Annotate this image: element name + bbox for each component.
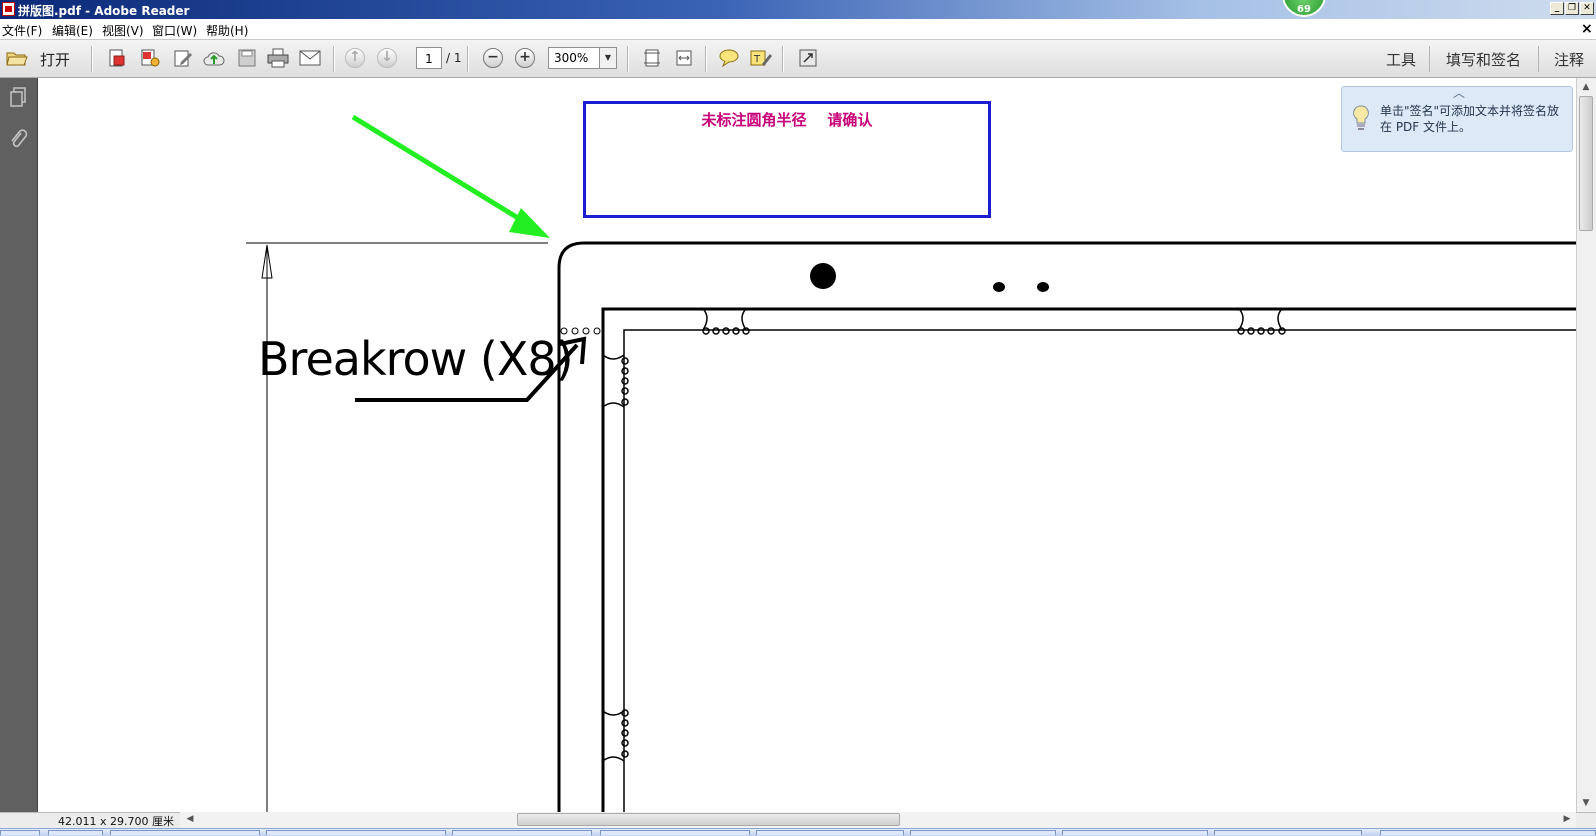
menu-view[interactable]: 视图(V) — [102, 22, 144, 39]
lightbulb-icon — [1352, 104, 1370, 132]
taskbar-button[interactable] — [110, 830, 260, 835]
restore-button[interactable]: ❐ — [1565, 2, 1579, 15]
menu-edit[interactable]: 编辑(E) — [52, 22, 93, 39]
scroll-up-arrow-icon[interactable]: ▲ — [1578, 79, 1594, 95]
taskbar-start-button[interactable] — [0, 830, 40, 835]
toolbar-separator — [705, 46, 707, 72]
toolbar-separator — [1538, 46, 1539, 72]
taskbar-button[interactable] — [1214, 830, 1362, 835]
minimize-button[interactable]: _ — [1550, 2, 1564, 15]
tab-tools[interactable]: 工具 — [1386, 49, 1416, 70]
edit-icon[interactable] — [172, 47, 194, 69]
annotation-callout-text: 未标注圆角半径 请确认 — [701, 111, 873, 129]
highlight-icon[interactable]: T — [750, 47, 772, 69]
inner-thin-border — [623, 329, 1576, 812]
page-number-input[interactable]: 1 — [416, 47, 442, 69]
pdf-app-icon — [2, 2, 15, 16]
mounting-hole — [993, 282, 1005, 292]
taskbar-button[interactable] — [1062, 830, 1208, 835]
zoom-dropdown-chevron-icon[interactable]: ▼ — [599, 47, 617, 69]
green-annotation-arrow — [351, 114, 530, 227]
horizontal-scroll-thumb[interactable] — [517, 813, 900, 826]
taskbar-button[interactable] — [48, 830, 103, 835]
title-bar — [0, 0, 1596, 19]
mounting-hole — [1037, 282, 1049, 292]
menu-bar: 文件(F) 编辑(E) 视图(V) 窗口(W) 帮助(H) — [0, 19, 1596, 40]
taskbar-tray — [1380, 830, 1596, 835]
fit-page-icon[interactable] — [641, 47, 663, 69]
create-pdf-icon[interactable] — [106, 47, 128, 69]
chevron-up-icon[interactable]: ︿ — [1453, 84, 1465, 101]
scroll-left-arrow-icon[interactable]: ◀ — [182, 812, 198, 827]
annotation-callout-box[interactable]: 未标注圆角半径 请确认 — [583, 101, 991, 218]
save-icon[interactable] — [236, 47, 258, 69]
mounting-hole — [810, 263, 836, 289]
breakrow-label: Breakrow (X8) — [258, 332, 574, 386]
toolbar-separator — [467, 46, 469, 72]
toolbar-separator — [333, 46, 335, 72]
attachment-paperclip-icon[interactable] — [7, 128, 29, 150]
menu-window[interactable]: 窗口(W) — [152, 22, 197, 39]
export-pdf-icon[interactable] — [139, 47, 161, 69]
comment-icon[interactable] — [718, 47, 740, 69]
email-icon[interactable] — [299, 47, 321, 69]
menu-help[interactable]: 帮助(H) — [206, 22, 248, 39]
page-size-readout: 42.011 x 29.700 厘米 — [58, 815, 174, 828]
open-label[interactable]: 打开 — [40, 49, 70, 70]
taskbar-button[interactable] — [266, 830, 446, 835]
toolbar: 打开 ↑ ↓ 1 / 1 − + 300% ▼ T 工具 填写和签名 注释 — [0, 40, 1596, 78]
inner-border — [601, 307, 1576, 812]
page-up-icon[interactable]: ↑ — [345, 48, 365, 68]
document-close-icon[interactable]: × — [1581, 21, 1593, 37]
toolbar-separator — [782, 46, 784, 72]
close-button[interactable]: ✕ — [1580, 2, 1594, 15]
pages-thumbnail-icon[interactable] — [7, 86, 29, 108]
page-total: / 1 — [446, 51, 462, 65]
folder-open-icon[interactable] — [6, 47, 28, 69]
zoom-out-icon[interactable]: − — [483, 48, 503, 68]
sign-tip-text: 单击"签名"可添加文本并将签名放在 PDF 文件上。 — [1380, 104, 1560, 134]
fullscreen-icon[interactable] — [797, 47, 819, 69]
toolbar-separator — [627, 46, 629, 72]
zoom-level-input[interactable]: 300% — [548, 47, 600, 69]
taskbar-button[interactable] — [452, 830, 592, 835]
taskbar-button[interactable] — [910, 830, 1056, 835]
fit-width-icon[interactable] — [673, 47, 695, 69]
scroll-right-arrow-icon[interactable]: ▶ — [1559, 812, 1575, 827]
print-icon[interactable] — [267, 47, 289, 69]
zoom-in-icon[interactable]: + — [515, 48, 535, 68]
menu-file[interactable]: 文件(F) — [2, 22, 42, 39]
taskbar-button[interactable] — [600, 830, 750, 835]
scroll-down-arrow-icon[interactable]: ▼ — [1578, 795, 1594, 811]
tab-comment[interactable]: 注释 — [1554, 49, 1584, 70]
toolbar-separator — [1429, 46, 1430, 72]
svg-text:T: T — [753, 54, 761, 65]
tab-fill-sign[interactable]: 填写和签名 — [1446, 49, 1521, 70]
navigation-pane — [0, 78, 38, 812]
green-arrow-head — [509, 208, 550, 238]
toolbar-separator — [91, 46, 93, 72]
outer-border — [557, 241, 1576, 812]
upload-cloud-icon[interactable] — [203, 47, 225, 69]
taskbar-button[interactable] — [756, 830, 904, 835]
page-down-icon[interactable]: ↓ — [377, 48, 397, 68]
vertical-scroll-thumb[interactable] — [1579, 96, 1593, 231]
window-title: 拼版图.pdf - Adobe Reader — [18, 4, 190, 18]
